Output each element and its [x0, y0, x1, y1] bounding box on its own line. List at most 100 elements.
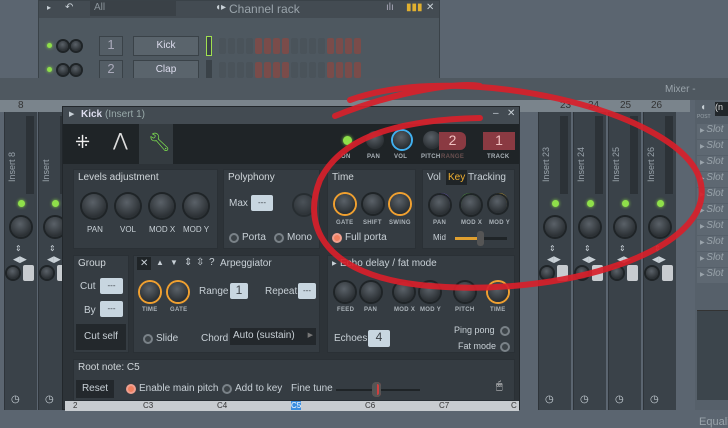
step-button[interactable] — [318, 62, 325, 78]
full-porta-radio[interactable] — [332, 233, 342, 243]
volume-fader-handle[interactable] — [627, 265, 638, 281]
step-button[interactable] — [354, 62, 361, 78]
mouse-icon[interactable]: 🖱︎ — [496, 380, 503, 393]
tab-vol[interactable]: Vol — [427, 172, 441, 183]
clock-icon[interactable]: ◷ — [615, 394, 624, 405]
channel-name-button[interactable]: Kick — [133, 36, 199, 56]
step-button[interactable] — [309, 62, 316, 78]
stereo-sep-icon[interactable]: ⇕ — [49, 244, 56, 253]
effect-slot[interactable]: ▶ Slot — [697, 188, 728, 203]
add-to-key-radio[interactable] — [222, 384, 232, 394]
effect-slot[interactable]: ▶ Slot — [697, 220, 728, 235]
step-button[interactable] — [336, 38, 343, 54]
tracking-modx-knob[interactable] — [461, 195, 481, 215]
fine-tune-slider[interactable] — [336, 382, 420, 397]
range-spinner[interactable]: 1 — [230, 283, 248, 299]
swap-icon[interactable]: ◀▶ — [617, 254, 631, 265]
echoes-spinner[interactable]: 4 — [368, 330, 390, 347]
channel-name-button[interactable]: Clap — [133, 60, 199, 80]
vol-knob[interactable] — [393, 131, 411, 149]
grid-icon[interactable]: ▮▮▮ — [406, 2, 423, 13]
tab-key[interactable]: Key — [446, 170, 468, 185]
mute-led[interactable] — [52, 200, 59, 207]
slide-knob[interactable] — [294, 195, 314, 215]
waveform-tab-icon[interactable]: ⁜ — [75, 132, 90, 153]
channel-number[interactable]: 1 — [99, 36, 123, 56]
effect-slot[interactable]: ▶ Slot — [697, 124, 728, 139]
levels-modx-knob[interactable] — [150, 194, 174, 218]
post-speaker-icon[interactable]: ◖ — [700, 102, 706, 113]
step-button[interactable] — [255, 38, 262, 54]
stereo-sep-icon[interactable]: ⇕ — [654, 244, 661, 253]
echo-feed-knob[interactable] — [335, 282, 355, 302]
volume-fader-handle[interactable] — [23, 265, 34, 281]
graph-icon[interactable]: ılı — [386, 2, 394, 13]
step-button[interactable] — [273, 62, 280, 78]
enable-main-pitch-radio[interactable] — [126, 384, 136, 394]
clock-icon[interactable]: ◷ — [580, 394, 589, 405]
step-button[interactable] — [264, 62, 271, 78]
effect-slot[interactable]: ▶ Slot — [697, 156, 728, 171]
mixer-strip[interactable]: Insert 8 ⇕ ◀▶ ◷ — [4, 112, 37, 410]
effect-slot[interactable]: ▶ Slot — [697, 268, 728, 283]
by-spinner[interactable]: --- — [100, 301, 123, 317]
step-button[interactable] — [264, 38, 271, 54]
strip-send-knob[interactable] — [576, 267, 588, 279]
play-arrow-icon[interactable]: ▸ — [47, 3, 51, 12]
channel-pan-knob[interactable] — [58, 41, 68, 51]
swap-icon[interactable]: ◀▶ — [582, 254, 596, 265]
chord-select[interactable]: Auto (sustain) ▶ — [230, 328, 316, 345]
arp-sticky-icon[interactable]: ⇳ — [196, 257, 204, 268]
undo-icon[interactable]: ↶ — [65, 2, 73, 13]
step-button[interactable] — [345, 38, 352, 54]
mono-radio[interactable] — [274, 233, 284, 243]
swap-icon[interactable]: ◀▶ — [652, 254, 666, 265]
step-button[interactable] — [255, 62, 262, 78]
mixer-strip[interactable]: Insert 26 ⇕ ◀▶ ◷ — [643, 112, 676, 410]
step-button[interactable] — [219, 38, 226, 54]
window-titlebar[interactable]: ▶ Kick (Insert 1) – ✕ — [63, 107, 519, 124]
strip-send-knob[interactable] — [41, 267, 53, 279]
tracking-pan-knob[interactable] — [430, 195, 450, 215]
channel-number[interactable]: 2 — [99, 60, 123, 80]
track-box[interactable]: 1 — [483, 132, 515, 150]
mid-slider[interactable] — [455, 231, 507, 246]
arp-updown-icon[interactable]: ⇕ — [184, 257, 192, 268]
arp-down-icon[interactable]: ▼ — [170, 258, 178, 267]
max-spinner[interactable]: --- — [251, 195, 273, 211]
step-button[interactable] — [228, 38, 235, 54]
channel-pan-knob[interactable] — [58, 65, 68, 75]
ping-pong-radio[interactable] — [500, 326, 510, 336]
clock-icon[interactable]: ◷ — [45, 394, 54, 405]
volume-fader-handle[interactable] — [557, 265, 568, 281]
channel-led[interactable] — [47, 43, 52, 48]
cut-self-button[interactable]: Cut self — [76, 324, 126, 350]
mute-led[interactable] — [622, 200, 629, 207]
expand-icon[interactable]: ▶ — [332, 260, 337, 267]
shift-knob[interactable] — [363, 194, 383, 214]
clock-icon[interactable]: ◷ — [545, 394, 554, 405]
pan-knob[interactable] — [366, 131, 384, 149]
strip-pan-knob[interactable] — [615, 217, 635, 237]
channel-select-indicator[interactable] — [206, 36, 212, 56]
arp-help-icon[interactable]: ? — [209, 257, 215, 268]
filter-select[interactable]: All — [90, 1, 176, 16]
mute-led[interactable] — [587, 200, 594, 207]
swap-icon[interactable]: ◀▶ — [547, 254, 561, 265]
levels-pan-knob[interactable] — [82, 194, 106, 218]
echo-modx-knob[interactable] — [394, 282, 414, 302]
strip-send-knob[interactable] — [611, 267, 623, 279]
stereo-sep-icon[interactable]: ⇕ — [584, 244, 591, 253]
step-button[interactable] — [318, 38, 325, 54]
porta-radio[interactable] — [229, 233, 239, 243]
mute-led[interactable] — [18, 200, 25, 207]
step-button[interactable] — [219, 62, 226, 78]
channel-vol-knob[interactable] — [71, 41, 81, 51]
echo-mody-knob[interactable] — [420, 282, 440, 302]
volume-fader-handle[interactable] — [662, 265, 673, 281]
strip-pan-knob[interactable] — [545, 217, 565, 237]
tracking-mody-knob[interactable] — [489, 195, 507, 213]
mid-slider-handle[interactable] — [477, 231, 484, 246]
arp-time-knob[interactable] — [140, 282, 160, 302]
levels-mody-knob[interactable] — [184, 194, 208, 218]
